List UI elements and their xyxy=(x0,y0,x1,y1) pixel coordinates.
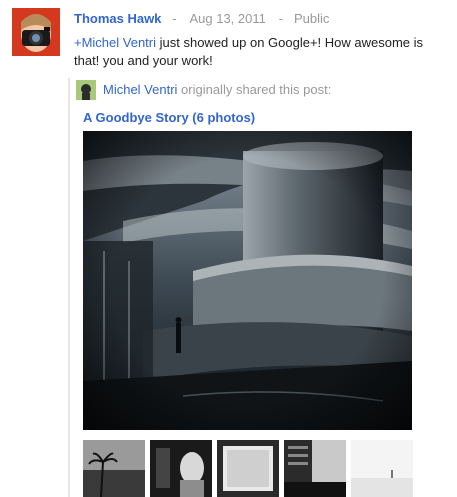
post-visibility[interactable]: Public xyxy=(294,11,329,26)
post-header: Thomas Hawk - Aug 13, 2011 - Public xyxy=(74,11,329,26)
photographer-avatar-icon xyxy=(12,8,60,56)
sharer-avatar[interactable] xyxy=(76,80,96,100)
album-title-link[interactable]: A Goodbye Story (6 photos) xyxy=(83,110,255,125)
shared-label: originally shared this post: xyxy=(177,82,332,97)
palm-beach-thumbnail-image xyxy=(83,440,145,497)
white-seascape-thumbnail-image xyxy=(351,440,413,497)
sharer-name[interactable]: Michel Ventri xyxy=(103,82,177,97)
mention-link[interactable]: +Michel Ventri xyxy=(74,35,156,50)
thumbnail-5[interactable] xyxy=(351,440,413,497)
light-square-thumbnail-image xyxy=(217,440,279,497)
sharer-avatar-icon xyxy=(76,80,96,100)
header-separator: - xyxy=(172,11,177,26)
reshare-attribution: Michel Ventri originally shared this pos… xyxy=(103,82,331,97)
post-author-name[interactable]: Thomas Hawk xyxy=(74,11,161,26)
main-photo[interactable] xyxy=(83,131,412,430)
thumbnail-4[interactable] xyxy=(284,440,346,497)
post-body: +Michel Ventri just showed up on Google+… xyxy=(74,34,444,70)
post-author-avatar[interactable] xyxy=(12,8,60,56)
reshare-indent-bar xyxy=(68,78,70,497)
thumbnail-3[interactable] xyxy=(217,440,279,497)
architecture-photo-image xyxy=(83,131,412,430)
building-thumbnail-image xyxy=(284,440,346,497)
portrait-thumbnail-image xyxy=(150,440,212,497)
thumbnail-2[interactable] xyxy=(150,440,212,497)
thumbnail-1[interactable] xyxy=(83,440,145,497)
header-separator-2: - xyxy=(278,11,284,26)
post-date-link[interactable]: Aug 13, 2011 xyxy=(189,11,265,26)
